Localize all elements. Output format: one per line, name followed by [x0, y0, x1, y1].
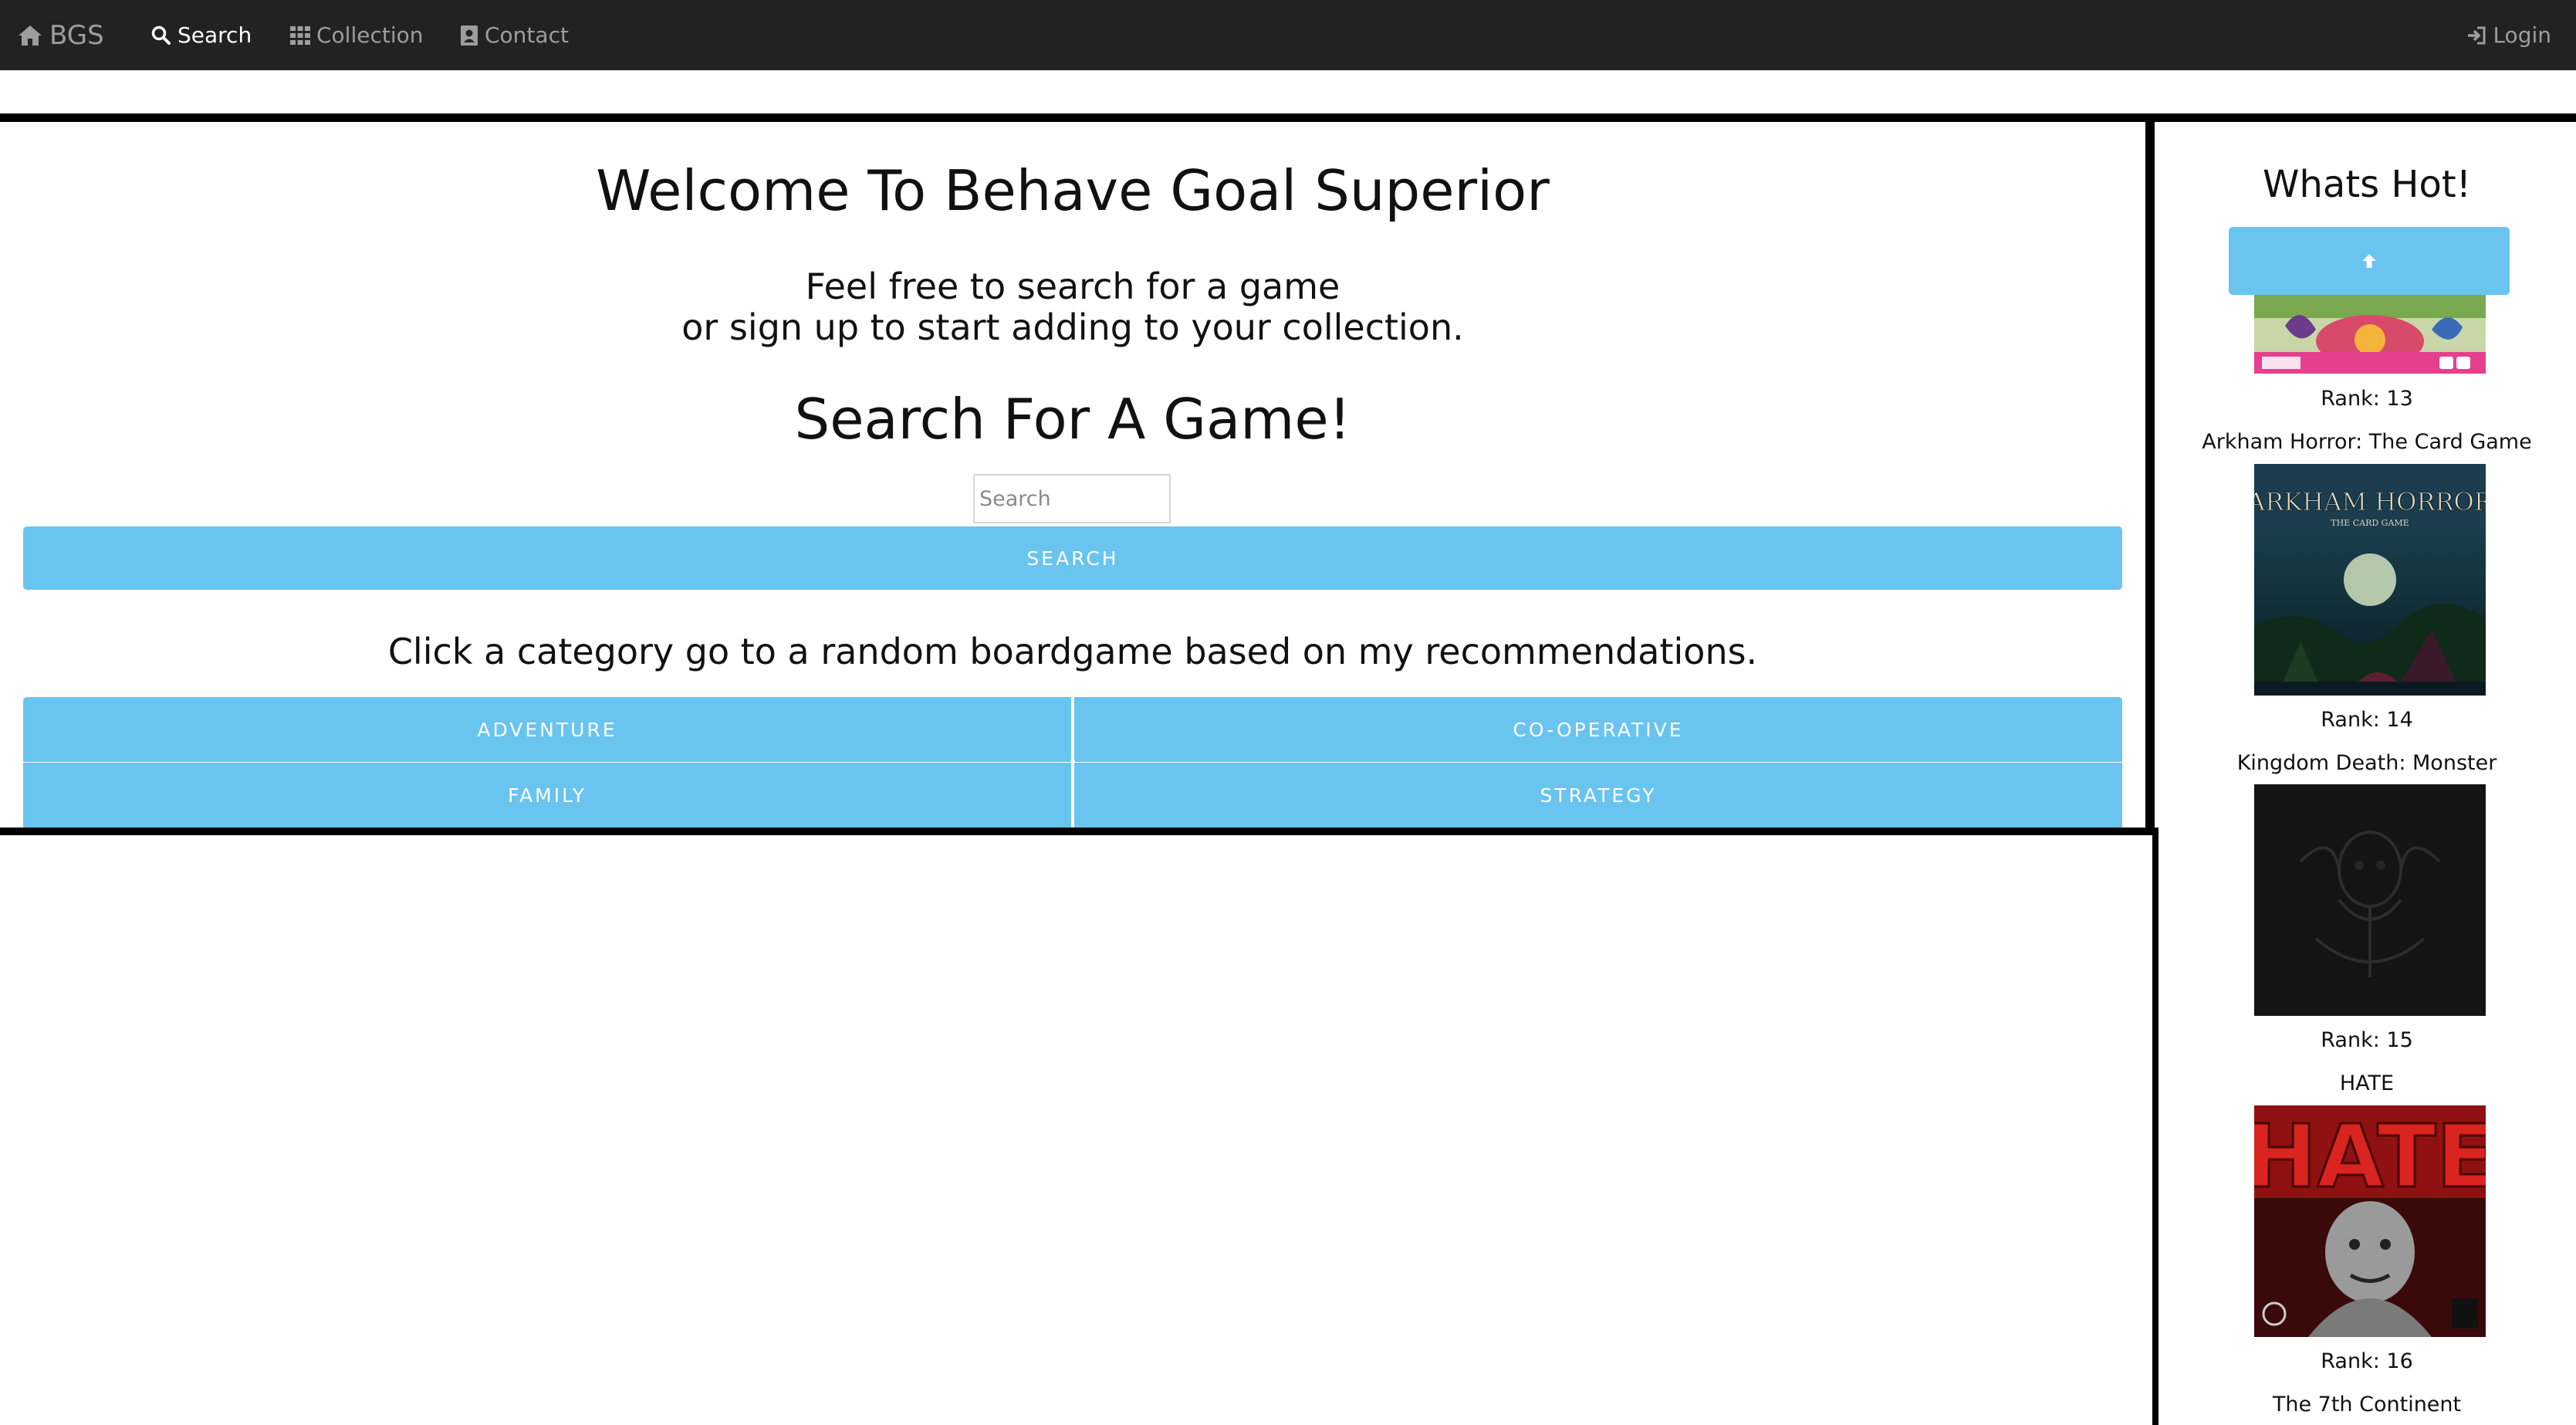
top-rule: [0, 113, 2576, 122]
welcome-line-1: Feel free to search for a game: [805, 266, 1340, 307]
kingdom-death-cover-icon: [2254, 784, 2486, 1016]
rank-label: Rank: 15: [2321, 1028, 2413, 1052]
welcome-title: Welcome To Behave Goal Superior: [596, 158, 1550, 223]
game-thumbnail-arkham-horror[interactable]: ARKHAM HORROR THE CARD GAME: [2254, 464, 2486, 696]
game-name[interactable]: Arkham Horror: The Card Game: [2158, 432, 2576, 452]
search-button[interactable]: SEARCH: [23, 526, 2122, 590]
game-thumbnail-rank-13[interactable]: [2254, 295, 2486, 374]
game-thumbnail-kingdom-death[interactable]: [2254, 784, 2486, 1016]
category-strategy-button[interactable]: STRATEGY: [1074, 763, 2122, 828]
game-name[interactable]: The 7th Continent: [2158, 1394, 2576, 1415]
rank-label: Rank: 14: [2321, 708, 2413, 732]
arkham-horror-cover-icon: ARKHAM HORROR THE CARD GAME: [2254, 464, 2486, 696]
home-icon: [19, 25, 42, 46]
nav-brand[interactable]: BGS: [17, 0, 104, 70]
button-gap-dot: [1070, 759, 1075, 763]
arkham-title-art: ARKHAM HORROR: [2254, 487, 2486, 516]
welcome-line-2: or sign up to start adding to your colle…: [681, 306, 1464, 348]
grid-icon: [290, 25, 310, 45]
rank-label: Rank: 16: [2321, 1349, 2413, 1373]
scroll-up-button[interactable]: [2229, 227, 2510, 295]
game-thumbnail-hate[interactable]: HATE: [2254, 1105, 2486, 1337]
nav-contact[interactable]: Contact: [460, 0, 569, 70]
nav-login-label: Login: [2493, 22, 2551, 48]
category-family-button[interactable]: FAMILY: [23, 763, 1071, 828]
category-adventure-button[interactable]: ADVENTURE: [23, 697, 1071, 762]
whats-hot-sidebar: Whats Hot! Rank: 13 Arkham Horror: The C…: [2158, 123, 2576, 1425]
nav-collection[interactable]: Collection: [290, 0, 424, 70]
hate-title-art: HATE: [2254, 1107, 2486, 1207]
login-icon: [2468, 26, 2486, 44]
game-name[interactable]: Kingdom Death: Monster: [2158, 753, 2576, 773]
brand-label: BGS: [49, 19, 104, 51]
game-name[interactable]: HATE: [2158, 1073, 2576, 1094]
search-input[interactable]: [973, 474, 1171, 523]
rank-label: Rank: 13: [2321, 387, 2413, 411]
category-cooperative-button[interactable]: CO-OPERATIVE: [1074, 697, 2122, 762]
nav-collection-label: Collection: [316, 22, 424, 48]
navbar: BGS Search Collection Contact Login: [0, 0, 2576, 70]
search-icon: [151, 25, 171, 45]
main-right-rule: [2145, 113, 2155, 834]
welcome-subtitle: Feel free to search for a game or sign u…: [0, 266, 2145, 348]
hate-cover-icon: HATE: [2254, 1105, 2486, 1337]
contact-book-icon: [461, 25, 478, 46]
nav-login[interactable]: Login: [2466, 0, 2551, 70]
nav-contact-label: Contact: [485, 22, 569, 48]
search-title: Search For A Game!: [794, 387, 1351, 452]
whats-hot-title: Whats Hot!: [2263, 163, 2471, 206]
colorful-game-art-icon: [2254, 295, 2486, 374]
nav-search-label: Search: [177, 22, 252, 48]
arkham-subtitle-art: THE CARD GAME: [2331, 518, 2409, 528]
category-prompt: Click a category go to a random boardgam…: [387, 631, 1758, 672]
arrow-up-icon: [2362, 254, 2376, 268]
nav-search[interactable]: Search: [151, 0, 252, 70]
main-panel: Welcome To Behave Goal Superior Feel fre…: [0, 123, 2145, 829]
